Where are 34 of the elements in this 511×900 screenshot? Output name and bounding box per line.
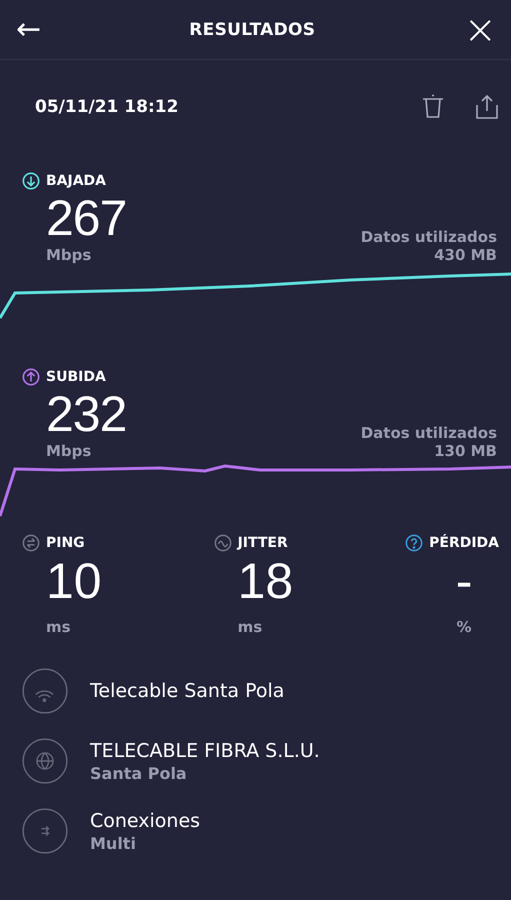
speed-label: BAJADA	[46, 173, 106, 189]
close-button[interactable]: ×	[463, 12, 497, 46]
metric-label: PÉRDIDA	[429, 535, 500, 551]
speed-label: SUBIDA	[46, 369, 106, 385]
speed-value: 232	[46, 386, 126, 442]
speed-value: 267	[46, 190, 126, 246]
data-used-label: Datos utilizados	[360, 424, 497, 442]
data-used-amount: 130 MB	[434, 442, 497, 460]
metric-unit: %	[456, 618, 472, 636]
metric-label: PING	[46, 535, 85, 551]
screen-title: RESULTADOS	[189, 20, 316, 40]
info-title: TELECABLE FIBRA S.L.U.	[90, 740, 320, 762]
metric-value: 18	[238, 552, 294, 610]
result-timestamp: 05/11/21 18:12	[35, 97, 180, 117]
ping-icon	[22, 534, 40, 552]
metric-value: 10	[46, 552, 103, 610]
metric-value: -	[454, 552, 472, 610]
share-icon[interactable]	[475, 94, 499, 120]
wifi-icon	[22, 668, 68, 714]
arrows-icon	[22, 808, 68, 854]
metric-unit: ms	[238, 618, 264, 636]
metric-label: JITTER	[238, 535, 288, 551]
info-title: Telecable Santa Pola	[90, 680, 284, 702]
back-button[interactable]: ←	[16, 14, 42, 44]
globe-icon	[22, 738, 68, 784]
data-used-amount: 430 MB	[434, 246, 497, 264]
speed-unit: Mbps	[46, 442, 92, 460]
delete-icon[interactable]	[421, 94, 445, 120]
speed-unit: Mbps	[46, 246, 92, 264]
info-title: Conexiones	[90, 810, 200, 832]
metric-unit: ms	[46, 618, 72, 636]
info-subtitle: Santa Pola	[90, 764, 188, 782]
info-subtitle: Multi	[90, 834, 137, 852]
data-used-label: Datos utilizados	[360, 228, 497, 246]
